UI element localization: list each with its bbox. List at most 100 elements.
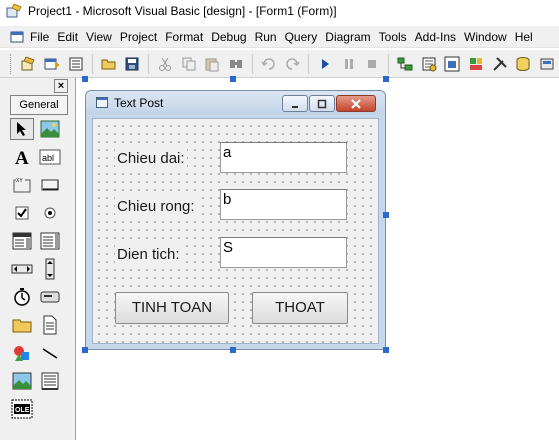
label-dien-tich[interactable]: Dien tich:	[115, 245, 182, 264]
drivelistbox-tool-icon[interactable]	[38, 286, 62, 308]
menu-format[interactable]: Format	[161, 30, 207, 44]
form-system-menu-icon[interactable]	[10, 30, 24, 44]
filelistbox-tool-icon[interactable]	[38, 314, 62, 336]
menu-diagram[interactable]: Diagram	[321, 30, 374, 44]
textbox-b[interactable]: b	[220, 189, 347, 220]
form-title-bar[interactable]: Text Post	[86, 91, 385, 115]
menu-debug[interactable]: Debug	[207, 30, 250, 44]
add-form-icon[interactable]	[42, 53, 64, 75]
image-tool-icon[interactable]	[10, 370, 34, 392]
form-client-area[interactable]: Chieu dai: Chieu rong: Dien tich: a b S …	[92, 118, 379, 344]
vscrollbar-tool-icon[interactable]	[38, 258, 62, 280]
toolbar-separator	[148, 53, 150, 74]
find-icon[interactable]	[225, 53, 247, 75]
paste-icon[interactable]	[202, 53, 224, 75]
shape-tool-icon[interactable]	[10, 342, 34, 364]
menu-view[interactable]: View	[82, 30, 116, 44]
menu-file[interactable]: File	[26, 30, 53, 44]
data-view-icon[interactable]	[513, 53, 535, 75]
commandbutton-tool-icon[interactable]	[38, 174, 62, 196]
toolbar-separator	[388, 53, 390, 74]
component-manager-icon[interactable]	[536, 53, 558, 75]
cut-icon[interactable]	[154, 53, 176, 75]
title-bar: Project1 - Microsoft Visual Basic [desig…	[0, 0, 559, 22]
start-icon[interactable]	[314, 53, 336, 75]
svg-text:XY: XY	[16, 178, 23, 184]
textbox-tool-icon[interactable]: abl	[38, 146, 62, 168]
toolbox-tab-general[interactable]: General	[10, 95, 68, 115]
toolbar-separator	[308, 53, 310, 74]
menu-project[interactable]: Project	[116, 30, 161, 44]
end-icon[interactable]	[362, 53, 384, 75]
toolbox-icon[interactable]	[489, 53, 511, 75]
resize-handle-right[interactable]	[383, 212, 389, 218]
resize-handle-bottom-right[interactable]	[383, 347, 389, 353]
minimize-icon	[292, 105, 298, 108]
timer-tool-icon[interactable]	[10, 286, 34, 308]
add-project-icon[interactable]	[18, 53, 40, 75]
dirlistbox-tool-icon[interactable]	[10, 314, 34, 336]
close-button[interactable]	[336, 95, 376, 112]
optionbutton-tool-icon[interactable]	[38, 202, 62, 224]
toolbar-separator	[251, 53, 253, 74]
maximize-icon	[317, 99, 327, 108]
menu-editor-icon[interactable]	[65, 53, 87, 75]
menu-window[interactable]: Window	[460, 30, 511, 44]
open-project-icon[interactable]	[98, 53, 120, 75]
save-project-icon[interactable]	[122, 53, 144, 75]
menu-help[interactable]: Hel	[511, 30, 537, 44]
menu-bar: File Edit View Project Format Debug Run …	[0, 26, 559, 48]
project-explorer-icon[interactable]	[394, 53, 416, 75]
form-layout-icon[interactable]	[442, 53, 464, 75]
resize-handle-top[interactable]	[230, 76, 236, 82]
window-title: Project1 - Microsoft Visual Basic [desig…	[28, 4, 337, 18]
textbox-a[interactable]: a	[220, 142, 347, 173]
toolbar-separator	[91, 53, 93, 74]
minimize-button[interactable]	[282, 95, 308, 112]
toolbox-panel: × General A abl XY OLE	[0, 78, 76, 440]
thoat-button[interactable]: THOAT	[252, 292, 348, 324]
menu-run[interactable]: Run	[251, 30, 281, 44]
ole-label: OLE	[15, 407, 30, 414]
resize-handle-top-left[interactable]	[82, 76, 88, 82]
properties-window-icon[interactable]	[418, 53, 440, 75]
redo-icon[interactable]	[282, 53, 304, 75]
tinh-toan-button[interactable]: TINH TOAN	[115, 292, 229, 324]
resize-handle-bottom-left[interactable]	[82, 347, 88, 353]
form-icon	[96, 97, 108, 108]
frame-tool-icon[interactable]: XY	[10, 174, 34, 196]
undo-icon[interactable]	[258, 53, 280, 75]
hscrollbar-tool-icon[interactable]	[10, 258, 34, 280]
pointer-tool-icon[interactable]	[10, 118, 34, 140]
form-title: Text Post	[114, 96, 164, 110]
combobox-tool-icon[interactable]	[10, 230, 34, 252]
object-browser-icon[interactable]	[465, 53, 487, 75]
label-chieu-rong[interactable]: Chieu rong:	[115, 197, 197, 216]
resize-handle-top-right[interactable]	[383, 76, 389, 82]
picturebox-tool-icon[interactable]	[38, 118, 62, 140]
break-icon[interactable]	[338, 53, 360, 75]
textbox-s[interactable]: S	[220, 237, 347, 268]
svg-text:abl: abl	[42, 153, 54, 163]
line-tool-icon[interactable]	[38, 342, 62, 364]
listbox-tool-icon[interactable]	[38, 230, 62, 252]
menu-tools[interactable]: Tools	[375, 30, 411, 44]
menu-edit[interactable]: Edit	[53, 30, 82, 44]
checkbox-tool-icon[interactable]	[10, 202, 34, 224]
copy-icon[interactable]	[178, 53, 200, 75]
vb-app-icon	[6, 3, 22, 19]
svg-text:A: A	[15, 148, 29, 167]
menu-add-ins[interactable]: Add-Ins	[411, 30, 460, 44]
ole-tool-icon[interactable]: OLE	[10, 398, 34, 420]
menu-query[interactable]: Query	[281, 30, 322, 44]
label-chieu-dai[interactable]: Chieu dai:	[115, 149, 187, 168]
form-window[interactable]: Text Post Chieu dai: Chieu rong: Dien ti…	[85, 90, 386, 350]
close-icon	[351, 98, 361, 109]
toolbox-close-button[interactable]: ×	[54, 79, 68, 93]
resize-handle-bottom[interactable]	[230, 347, 236, 353]
data-tool-icon[interactable]	[38, 370, 62, 392]
toolbar-grip[interactable]	[10, 53, 13, 74]
maximize-button[interactable]	[309, 95, 335, 112]
label-tool-icon[interactable]: A	[10, 146, 34, 168]
standard-toolbar	[0, 50, 559, 78]
